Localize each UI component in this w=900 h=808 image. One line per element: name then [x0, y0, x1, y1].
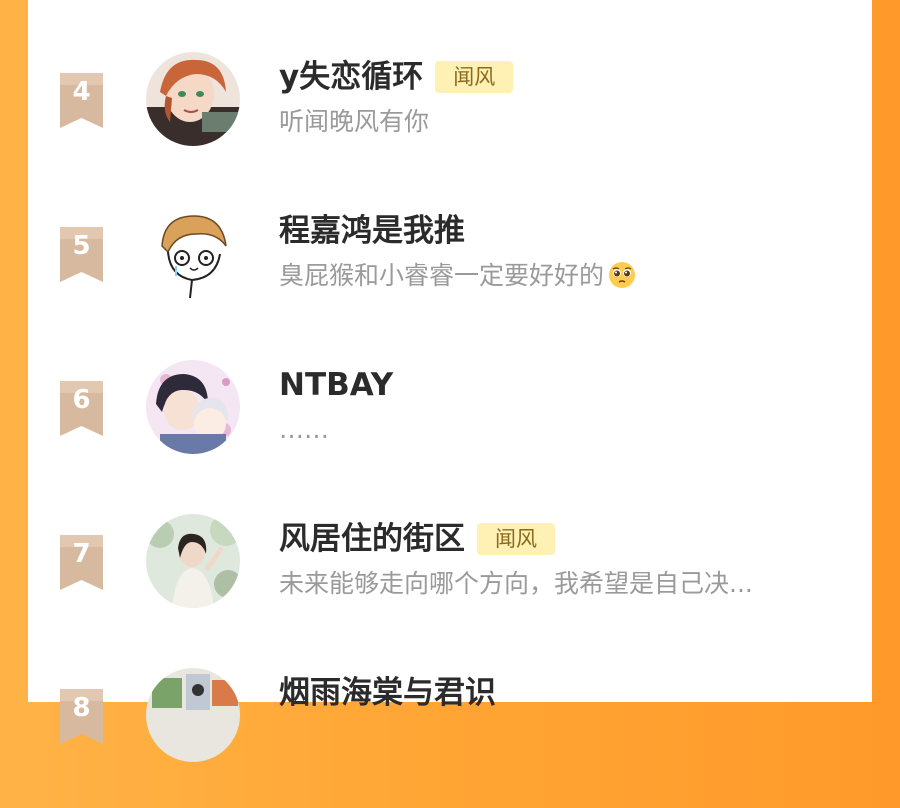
user-avatar[interactable]	[146, 514, 240, 608]
signature-text: 臭屁猴和小睿睿一定要好好的	[279, 261, 605, 290]
rank-number: 6	[72, 385, 91, 415]
rank-number: 7	[72, 539, 91, 569]
rank-badge: 8	[60, 689, 103, 744]
user-avatar[interactable]	[146, 668, 240, 762]
user-tag: 闻风	[435, 61, 514, 93]
user-name[interactable]: 程嘉鸿是我推	[279, 211, 465, 251]
rank-badge: 4	[60, 73, 103, 128]
name-line: NTBAY	[279, 365, 393, 405]
user-name[interactable]: y失恋循环	[279, 57, 423, 97]
user-signature: 未来能够走向哪个方向，我希望是自己决...	[279, 569, 753, 598]
ranking-row[interactable]: 7 风居住的街区 闻风 未来能够走向哪个方向，我希望是自己决...	[28, 504, 872, 654]
user-avatar[interactable]	[146, 360, 240, 454]
user-name[interactable]: 烟雨海棠与君识	[279, 673, 496, 713]
pleading-face-emoji	[608, 261, 636, 289]
name-line: 风居住的街区 闻风	[279, 519, 555, 559]
ranking-row[interactable]: 5 程嘉鸿是我推 臭屁猴和小睿睿一定要好好的	[28, 196, 872, 346]
rank-number: 8	[72, 693, 91, 723]
ranking-row[interactable]: 6 NTBAY ……	[28, 350, 872, 500]
user-avatar[interactable]	[146, 206, 240, 300]
ranking-row[interactable]: 4 y失恋循环 闻风 听闻晚风有你	[28, 42, 872, 192]
name-line: 程嘉鸿是我推	[279, 211, 465, 251]
rank-number: 4	[72, 77, 91, 107]
rank-badge: 7	[60, 535, 103, 590]
name-line: y失恋循环 闻风	[279, 57, 514, 97]
ranking-row[interactable]: 8 烟雨海棠与君识	[28, 658, 872, 808]
rank-badge: 5	[60, 227, 103, 282]
user-signature: 听闻晚风有你	[279, 107, 430, 136]
rank-number: 5	[72, 231, 91, 261]
user-signature: ……	[279, 415, 329, 444]
name-line: 烟雨海棠与君识	[279, 673, 496, 713]
rank-badge: 6	[60, 381, 103, 436]
user-name[interactable]: NTBAY	[279, 365, 393, 405]
user-avatar[interactable]	[146, 52, 240, 146]
user-tag: 闻风	[477, 523, 555, 555]
ranking-panel: 4 y失恋循环 闻风 听闻晚风有你 5 程嘉鸿是我推 臭屁猴和小睿睿一定要好好的…	[28, 0, 872, 762]
user-signature: 臭屁猴和小睿睿一定要好好的	[279, 260, 636, 292]
user-name[interactable]: 风居住的街区	[279, 519, 465, 559]
